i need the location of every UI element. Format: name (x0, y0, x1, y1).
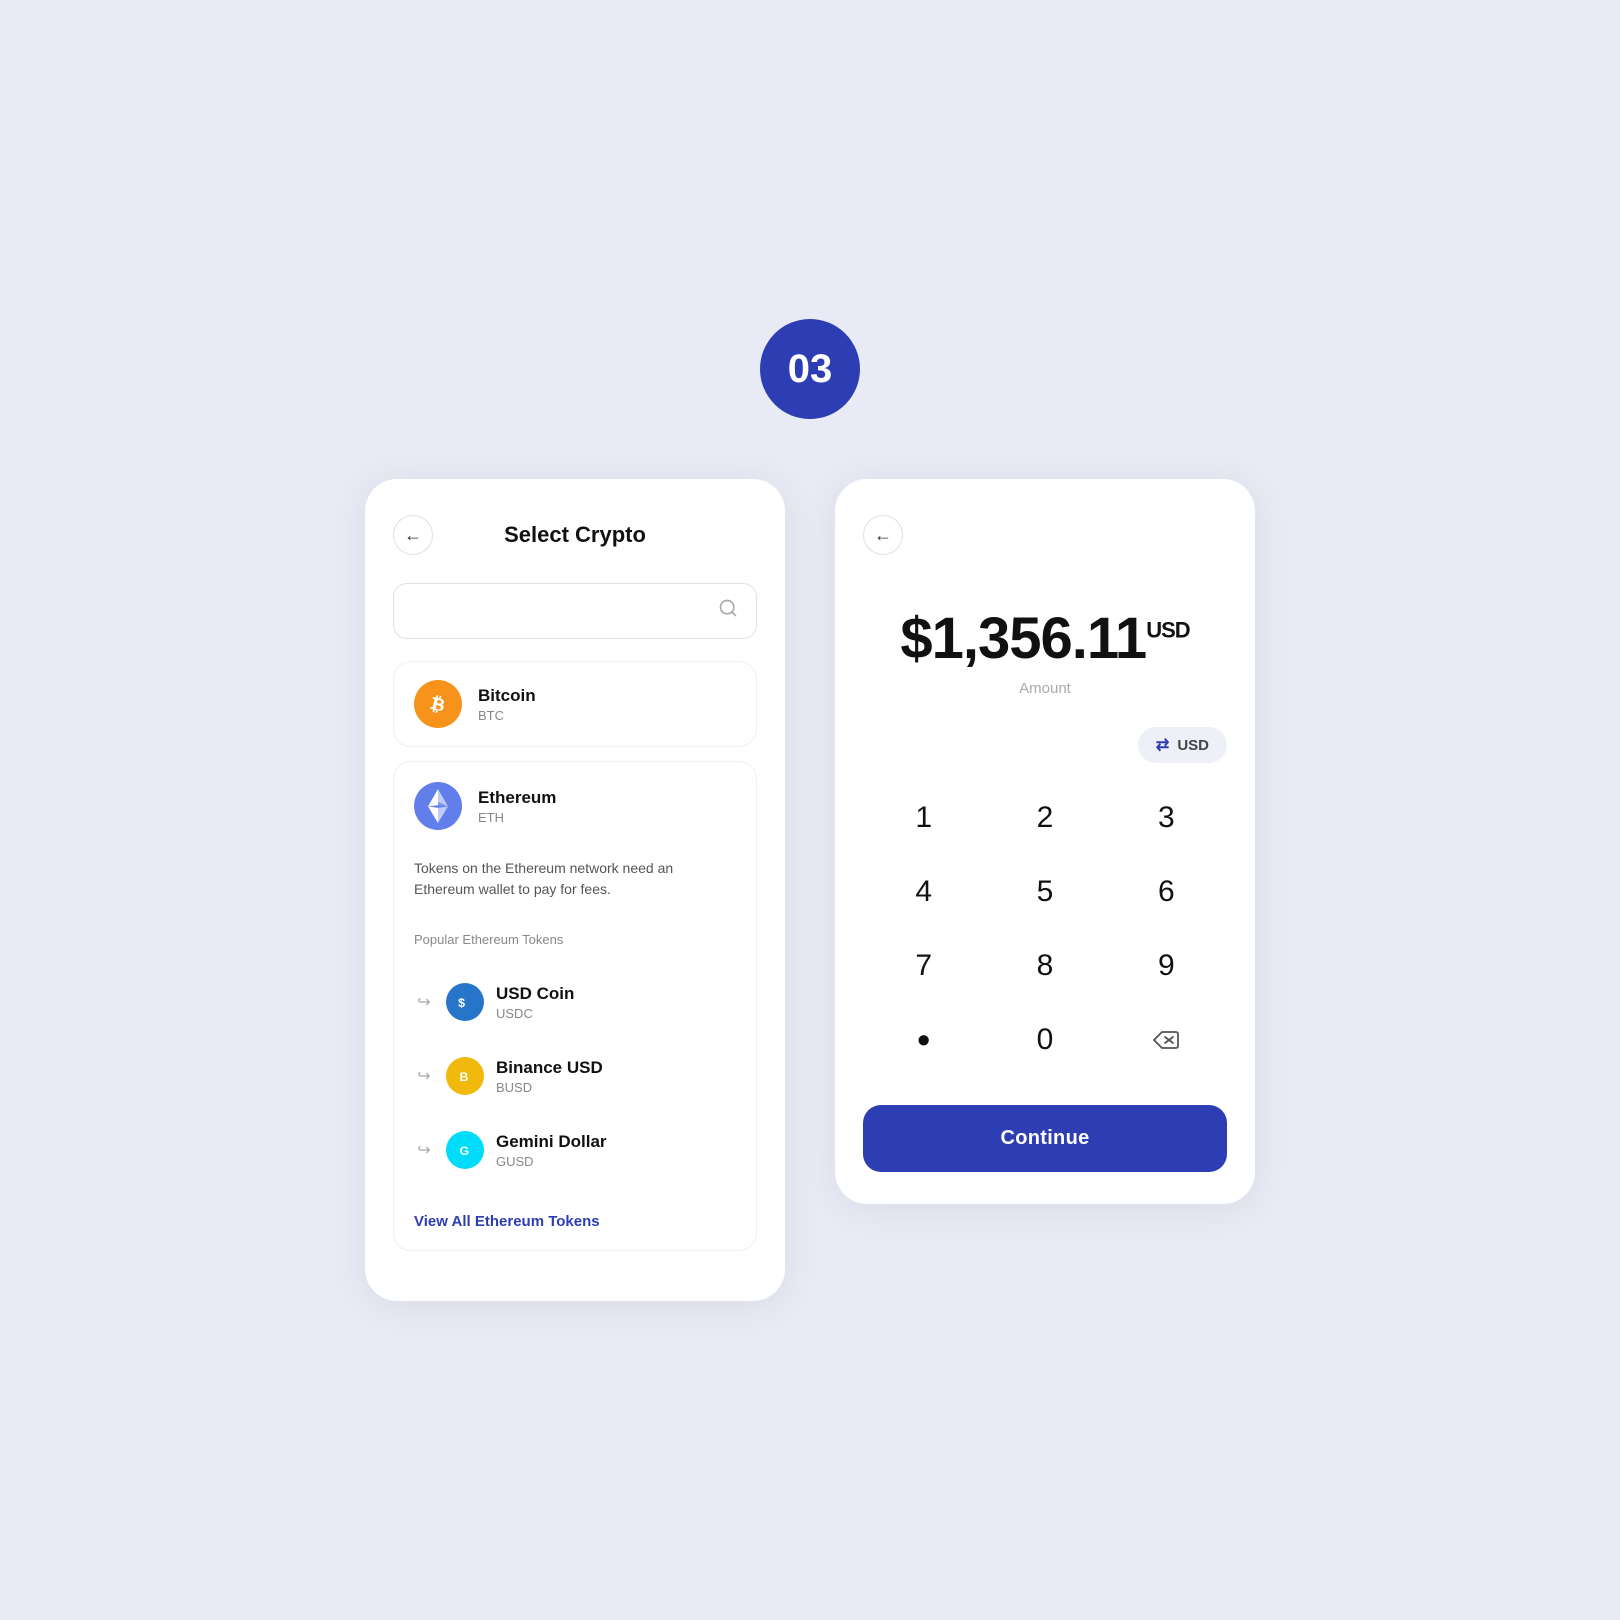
ethereum-name: Ethereum (478, 788, 556, 808)
bitcoin-info: Bitcoin BTC (478, 686, 536, 723)
bitcoin-logo (414, 680, 462, 728)
token-arrow-icon: ↪ (414, 992, 434, 1012)
ethereum-info: Ethereum ETH (478, 788, 556, 825)
gusd-symbol: GUSD (496, 1154, 607, 1169)
eth-top-row: Ethereum ETH (414, 782, 556, 830)
usdc-info: USD Coin USDC (496, 984, 574, 1021)
token-arrow-icon-3: ↪ (414, 1140, 434, 1160)
key-6[interactable]: 6 (1106, 855, 1227, 929)
key-1[interactable]: 1 (863, 781, 984, 855)
svg-text:G: G (460, 1144, 470, 1158)
busd-info: Binance USD BUSD (496, 1058, 603, 1095)
bitcoin-symbol: BTC (478, 708, 536, 723)
usdc-item[interactable]: ↪ $ USD Coin USDC (414, 973, 574, 1031)
key-7[interactable]: 7 (863, 929, 984, 1003)
gusd-item[interactable]: ↪ G Gemini Dollar GUSD (414, 1121, 607, 1179)
usdc-logo: $ (446, 983, 484, 1021)
gusd-logo: G (446, 1131, 484, 1169)
view-all-link[interactable]: View All Ethereum Tokens (414, 1213, 600, 1230)
page-title: Select Crypto (504, 522, 646, 548)
token-arrow-icon-2: ↪ (414, 1066, 434, 1086)
gusd-name: Gemini Dollar (496, 1132, 607, 1152)
usd-toggle-badge[interactable]: ⇄ USD (1138, 727, 1227, 763)
switch-icon: ⇄ (1156, 735, 1169, 755)
svg-text:$: $ (458, 996, 465, 1010)
key-backspace[interactable] (1106, 1003, 1227, 1077)
key-4[interactable]: 4 (863, 855, 984, 929)
usdc-symbol: USDC (496, 1006, 574, 1021)
continue-button[interactable]: Continue (863, 1105, 1227, 1172)
usdc-name: USD Coin (496, 984, 574, 1004)
key-5[interactable]: 5 (984, 855, 1105, 929)
key-9[interactable]: 9 (1106, 929, 1227, 1003)
ethereum-logo (414, 782, 462, 830)
usd-toggle-label: USD (1177, 737, 1209, 754)
busd-logo: B (446, 1057, 484, 1095)
screens-row: ← Select Crypto Bitcoin BTC (365, 479, 1255, 1301)
gusd-info: Gemini Dollar GUSD (496, 1132, 607, 1169)
card-header-right: ← (863, 515, 1227, 555)
key-3[interactable]: 3 (1106, 781, 1227, 855)
keypad: 1 2 3 4 5 6 7 8 9 • 0 (863, 781, 1227, 1077)
bitcoin-name: Bitcoin (478, 686, 536, 706)
step-number: 03 (788, 347, 833, 392)
back-button-left[interactable]: ← (393, 515, 433, 555)
svg-text:B: B (460, 1070, 469, 1084)
step-badge: 03 (760, 319, 860, 419)
amount-label: Amount (863, 680, 1227, 697)
ethereum-description: Tokens on the Ethereum network need an E… (414, 858, 736, 900)
amount-number: $1,356.11 (900, 606, 1146, 671)
card-header-left: ← Select Crypto (393, 515, 757, 555)
search-icon (718, 598, 738, 624)
select-crypto-card: ← Select Crypto Bitcoin BTC (365, 479, 785, 1301)
search-input[interactable] (412, 602, 708, 620)
back-button-right[interactable]: ← (863, 515, 903, 555)
bitcoin-item[interactable]: Bitcoin BTC (393, 661, 757, 747)
busd-name: Binance USD (496, 1058, 603, 1078)
key-2[interactable]: 2 (984, 781, 1105, 855)
busd-symbol: BUSD (496, 1080, 603, 1095)
amount-keypad-card: ← $1,356.11USD Amount ⇄ USD 1 2 3 4 5 6 … (835, 479, 1255, 1204)
popular-tokens-label: Popular Ethereum Tokens (414, 932, 563, 947)
busd-item[interactable]: ↪ B Binance USD BUSD (414, 1047, 603, 1105)
key-0[interactable]: 0 (984, 1003, 1105, 1077)
amount-currency-label: USD (1146, 618, 1189, 643)
ethereum-item[interactable]: Ethereum ETH Tokens on the Ethereum netw… (393, 761, 757, 1251)
search-box[interactable] (393, 583, 757, 639)
amount-display: $1,356.11USD (863, 605, 1227, 672)
usd-toggle: ⇄ USD (863, 727, 1227, 763)
key-dot[interactable]: • (863, 1003, 984, 1077)
amount-value: $1,356.11USD (900, 606, 1189, 671)
ethereum-symbol: ETH (478, 810, 556, 825)
key-8[interactable]: 8 (984, 929, 1105, 1003)
